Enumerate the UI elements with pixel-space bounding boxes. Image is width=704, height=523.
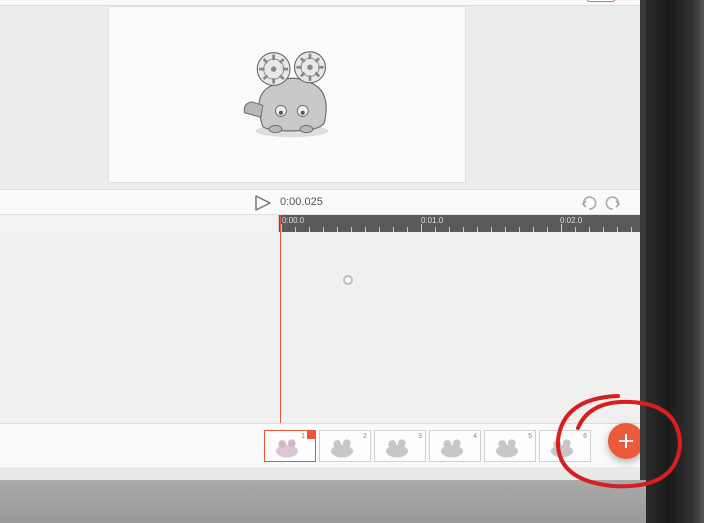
playback-bar: 0:00.025 [0,189,640,215]
play-button[interactable] [253,194,273,212]
frame-strip: 1 2 3 4 5 6 [0,423,640,467]
selected-indicator [307,431,315,439]
device-bezel [646,0,704,523]
playback-time: 0:00.025 [280,196,323,208]
timeline-track-area[interactable] [0,232,640,423]
frame-thumbnail-1[interactable]: 1 [264,430,316,462]
frame-number: 6 [583,433,587,440]
frame-number: 5 [528,433,532,440]
ruler-tick [281,224,282,232]
undo-button[interactable] [580,195,598,211]
ruler-tick [421,224,422,232]
surface-below [0,480,646,523]
ruler-tick [561,224,562,232]
frame-thumbnail-4[interactable]: 4 [429,430,481,462]
redo-button[interactable] [604,195,622,211]
frame-thumbnail-5[interactable]: 5 [484,430,536,462]
playhead[interactable] [280,215,281,423]
frame-thumbnail-2[interactable]: 2 [319,430,371,462]
frame-number: 3 [418,433,422,440]
keyframe-marker[interactable] [343,275,353,285]
ruler-head [0,215,279,232]
frame-number: 4 [473,433,477,440]
add-frame-button[interactable] [608,423,640,459]
plus-icon [625,434,627,448]
drawing-canvas[interactable] [108,6,466,183]
frame-number: 2 [363,433,367,440]
frame-thumbnail-6[interactable]: 6 [539,430,591,462]
ruler-mark-0: 0:00.0 [282,216,304,225]
ruler-mark-2: 0:02.0 [560,216,582,225]
canvas-area [0,6,640,189]
toolbar-button[interactable] [586,0,616,2]
app-surface: 0:00.025 0:00.0 0:01.0 0:02.0 [0,0,640,480]
frame-thumbnail-3[interactable]: 3 [374,430,426,462]
timeline-ruler[interactable]: 0:00.0 0:01.0 0:02.0 [0,215,640,232]
camera-character-drawing [234,40,346,140]
ruler-mark-1: 0:01.0 [421,216,443,225]
device-frame: 0:00.025 0:00.0 0:01.0 0:02.0 [0,0,704,523]
